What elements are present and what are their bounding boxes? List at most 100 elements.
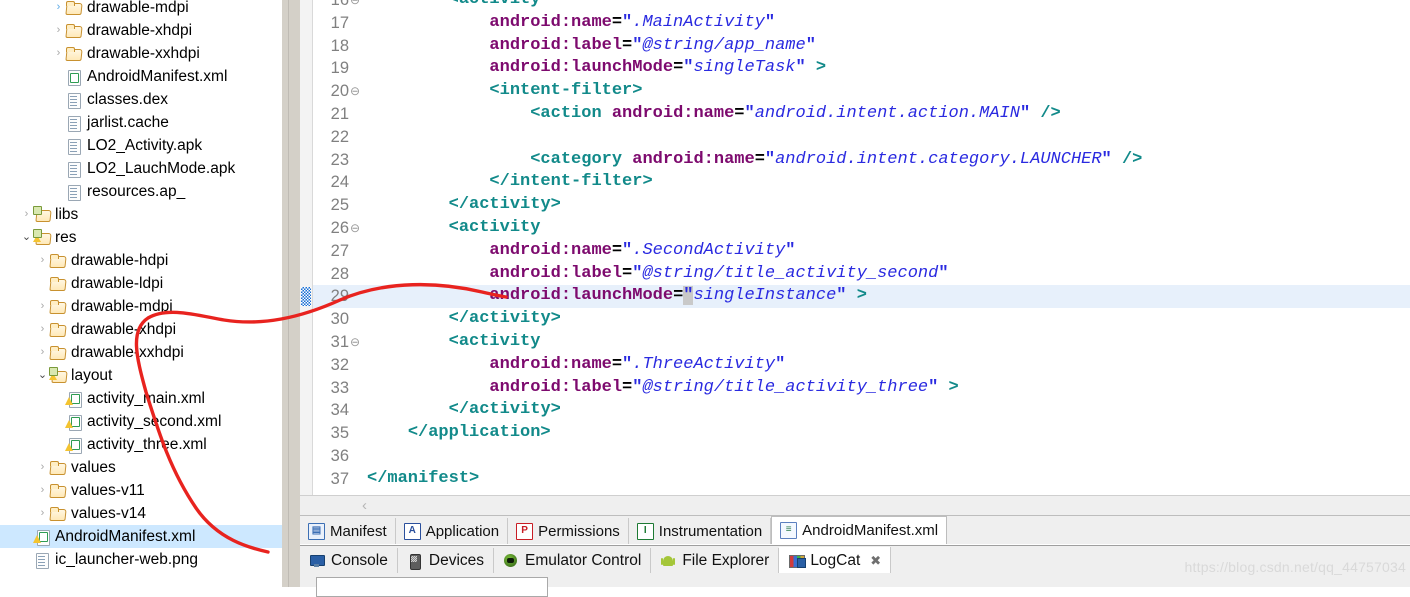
package-explorer-tree[interactable]: › drawable-mdpi › drawable-xhdpi › drawable-x… [0,0,282,587]
tree-item-selected[interactable]: AndroidManifest.xml [0,525,282,548]
tree-item[interactable]: activity_three.xml [0,433,282,456]
tab-instrumentation[interactable]: I Instrumentation [628,518,772,544]
chevron-left-icon[interactable]: ‹ [362,497,367,514]
close-icon[interactable]: ✖ [866,553,881,569]
line-number: 34 [330,401,349,420]
line-number: 19 [330,59,349,78]
tree-item[interactable]: › drawable-xxhdpi [0,42,282,65]
code-line[interactable]: 34 </activity> [313,399,1410,422]
code-line[interactable]: 31⊖ <activity [313,331,1410,354]
tree-item[interactable]: classes.dex [0,88,282,111]
code-line[interactable]: 33 android:label="@string/title_activity… [313,377,1410,400]
tree-item[interactable]: drawable-ldpi [0,272,282,295]
code-text: <activity [448,331,541,351]
tree-item[interactable]: ⌄ res [0,226,282,249]
tab-manifest[interactable]: ▤ Manifest [300,518,396,544]
warning-badge-icon [65,397,73,405]
chevron-right-icon[interactable]: › [52,19,65,42]
tree-item[interactable]: › drawable-xxhdpi [0,341,282,364]
tree-item[interactable]: › values [0,456,282,479]
chevron-right-icon[interactable]: › [36,249,49,272]
tree-item[interactable]: › libs [0,203,282,226]
code-line[interactable]: 29 android:launchMode="singleInstance" > [313,285,1410,309]
line-number: 16 [330,0,349,9]
tree-item[interactable]: ic_launcher-web.png [0,548,282,571]
code-text: android:label="@string/app_name" [489,35,816,55]
code-line[interactable]: 17 android:name=".MainActivity" [313,12,1410,35]
tree-item[interactable]: AndroidManifest.xml [0,65,282,88]
chevron-right-icon[interactable]: › [52,42,65,65]
tab-badge-icon: ▤ [308,522,325,540]
code-line[interactable]: 32 android:name=".ThreeActivity" [313,354,1410,377]
chevron-right-icon[interactable]: › [36,318,49,341]
code-line[interactable]: 21 <action android:name="android.intent.… [313,103,1410,126]
code-line[interactable]: 19 android:launchMode="singleTask" > [313,57,1410,80]
tree-item[interactable]: LO2_Activity.apk [0,134,282,157]
editor-code-lines[interactable]: 16⊖ <activity17 android:name=".MainActiv… [313,0,1410,484]
tab-permissions[interactable]: P Permissions [508,518,629,544]
tree-item[interactable]: › values-v14 [0,502,282,525]
explorer-editor-splitter[interactable] [282,0,300,587]
tree-item[interactable]: › drawable-mdpi [0,295,282,318]
chevron-down-icon[interactable]: ⌄ [20,226,33,249]
file-icon [65,160,82,178]
view-tab-console[interactable]: Console [300,548,398,574]
tree-item[interactable]: › drawable-xhdpi [0,318,282,341]
code-line[interactable]: 37 </manifest> [313,468,1410,484]
tree-item[interactable]: activity_second.xml [0,410,282,433]
code-line[interactable]: 25 </activity> [313,194,1410,217]
tree-item[interactable]: activity_main.xml [0,387,282,410]
code-line[interactable]: 35 </application> [313,422,1410,445]
code-line[interactable]: 20⊖ <intent-filter> [313,80,1410,103]
manifest-editor-tab-bar[interactable]: ▤ Manifest A Application P Permissions I Instru… [300,515,1410,544]
line-number: 22 [330,127,349,146]
code-line[interactable]: 30 </activity> [313,308,1410,331]
code-line[interactable]: 23 <category android:name="android.inten… [313,149,1410,172]
tab-application[interactable]: A Application [395,518,509,544]
code-line[interactable]: 26⊖ <activity [313,217,1410,240]
tree-item[interactable]: resources.ap_ [0,180,282,203]
chevron-right-icon[interactable]: › [52,0,65,19]
folder-icon [49,275,66,292]
chevron-right-icon[interactable]: › [36,479,49,502]
tree-item[interactable]: jarlist.cache [0,111,282,134]
fold-collapse-icon[interactable]: ⊖ [349,0,361,12]
tree-item[interactable]: › values-v11 [0,479,282,502]
view-tab-devices[interactable]: Devices [397,548,495,574]
tree-item[interactable]: › drawable-hdpi [0,249,282,272]
tree-item[interactable]: LO2_LauchMode.apk [0,157,282,180]
chevron-right-icon[interactable]: › [36,502,49,525]
code-line[interactable]: 24 </intent-filter> [313,171,1410,194]
folder-icon [49,459,66,476]
tree-item[interactable]: ⌄ layout [0,364,282,387]
view-tab-emulator-control[interactable]: Emulator Control [494,548,652,574]
code-line[interactable]: 36 [313,445,1410,468]
tree-item-label: LO2_LauchMode.apk [87,160,236,177]
code-editor[interactable]: 16⊖ <activity17 android:name=".MainActiv… [300,0,1410,495]
chevron-right-icon[interactable]: › [36,341,49,364]
logcat-search-input[interactable] [316,577,548,597]
warning-badge-icon [33,235,41,242]
fold-collapse-icon[interactable]: ⊖ [349,217,361,240]
fold-collapse-icon[interactable]: ⊖ [349,80,361,103]
view-tab-logcat[interactable]: LogCat ✖ [779,547,892,574]
chevron-right-icon[interactable]: › [36,456,49,479]
view-tab-file-explorer[interactable]: File Explorer [651,548,780,574]
fold-collapse-icon[interactable]: ⊖ [349,331,361,354]
tree-item[interactable]: › drawable-xhdpi [0,19,282,42]
tree-item[interactable]: › drawable-mdpi [0,0,282,19]
chevron-down-icon[interactable]: ⌄ [36,364,49,387]
code-line[interactable]: 18 android:label="@string/app_name" [313,35,1410,58]
code-text: <action android:name="android.intent.act… [530,103,1061,123]
code-line[interactable]: 22 [313,126,1410,149]
tree-item-label: drawable-xhdpi [87,22,193,39]
code-line[interactable]: 28 android:label="@string/title_activity… [313,263,1410,286]
view-tab-label: File Explorer [682,552,770,569]
editor-annotation-gutter[interactable] [300,0,313,495]
code-line[interactable]: 16⊖ <activity [313,0,1410,12]
tab-androidmanifest-xml[interactable]: ≡ AndroidManifest.xml [771,516,948,544]
editor-horizontal-scrollbar[interactable]: ‹ [300,495,1410,516]
chevron-right-icon[interactable]: › [20,203,33,226]
chevron-right-icon[interactable]: › [36,295,49,318]
code-line[interactable]: 27 android:name=".SecondActivity" [313,240,1410,263]
